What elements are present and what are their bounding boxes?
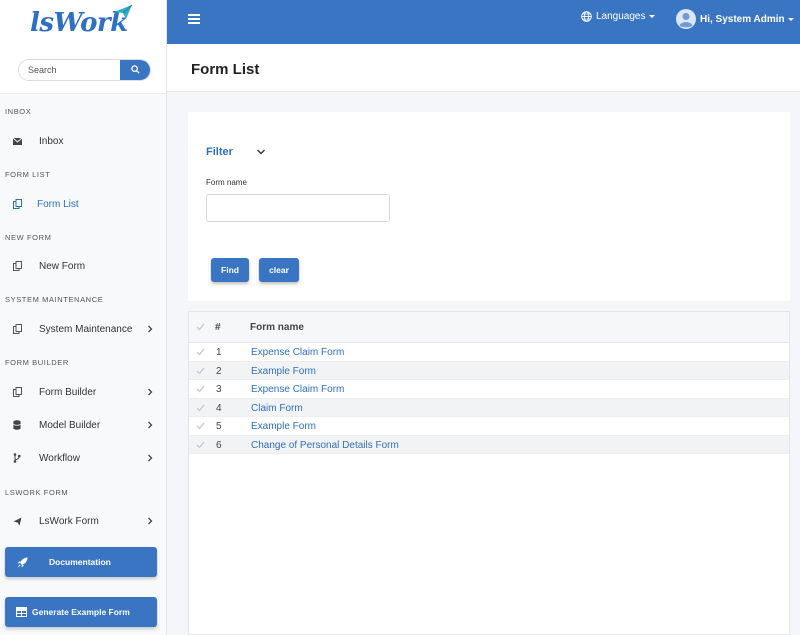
check-icon	[196, 348, 205, 356]
sidebar-item-form-list[interactable]: Form List	[0, 191, 167, 217]
form-name-input[interactable]	[206, 194, 390, 222]
generate-example-form-button[interactable]: Generate Example Form	[5, 597, 157, 627]
form-name-label: Form name	[206, 178, 247, 187]
sidebar-item-label: Model Builder	[39, 419, 101, 431]
form-name-link[interactable]: Claim Form	[251, 403, 303, 414]
filter-toggle[interactable]: Filter	[206, 146, 266, 158]
documentation-button[interactable]: Documentation	[5, 547, 157, 577]
languages-label: Languages	[596, 11, 646, 22]
table-row[interactable]: 2 Example Form	[189, 361, 789, 380]
column-header-index: #	[215, 322, 221, 333]
sidebar: lsWork INBOX Inbox FORM LIST Form	[0, 0, 167, 635]
section-label-system-maintenance: SYSTEM MAINTENANCE	[5, 295, 104, 304]
copy-icon	[12, 199, 22, 209]
form-name-link[interactable]: Example Form	[251, 421, 316, 432]
section-label-form-list: FORM LIST	[5, 170, 51, 179]
form-name-link[interactable]: Expense Claim Form	[251, 384, 344, 395]
sidebar-item-label: LsWork Form	[39, 515, 99, 527]
sidebar-item-system-maintenance[interactable]: System Maintenance	[0, 316, 167, 342]
generate-example-form-label: Generate Example Form	[32, 607, 130, 617]
find-button[interactable]: Find	[211, 258, 249, 282]
section-label-form-builder: FORM BUILDER	[5, 358, 69, 367]
check-icon	[196, 404, 205, 412]
table-header: # Form name	[189, 312, 789, 343]
table-row[interactable]: 1 Expense Claim Form	[189, 343, 789, 362]
paper-plane-logo-icon	[114, 4, 133, 19]
sidebar-item-label: Workflow	[39, 452, 80, 464]
section-label-new-form: NEW FORM	[5, 233, 52, 242]
table-icon	[16, 607, 27, 617]
sidebar-item-new-form[interactable]: New Form	[0, 253, 167, 279]
table-row[interactable]: 5 Example Form	[189, 417, 789, 436]
chevron-right-icon	[148, 421, 153, 429]
search-box	[18, 58, 151, 81]
chevron-right-icon	[148, 325, 153, 333]
row-index: 4	[216, 402, 222, 414]
filter-card: Filter Form name Find clear	[188, 112, 790, 301]
envelope-icon	[12, 136, 22, 146]
check-icon	[196, 422, 205, 430]
form-name-link[interactable]: Change of Personal Details Form	[251, 440, 399, 451]
caret-down-icon	[648, 15, 655, 18]
user-greeting: Hi, System Admin	[700, 13, 785, 25]
row-index: 3	[216, 384, 222, 395]
column-header-form-name: Form name	[250, 322, 304, 333]
page-header: Form List	[167, 44, 800, 92]
table-row[interactable]: 6 Change of Personal Details Form	[189, 435, 789, 454]
table-row[interactable]: 4 Claim Form	[189, 398, 789, 417]
form-name-link[interactable]: Expense Claim Form	[251, 347, 344, 358]
avatar	[676, 9, 696, 29]
table-row[interactable]: 3 Expense Claim Form	[189, 380, 789, 399]
chevron-right-icon	[148, 388, 153, 396]
section-label-inbox: INBOX	[5, 107, 32, 116]
copy-icon	[12, 261, 22, 271]
sidebar-item-model-builder[interactable]: Model Builder	[0, 412, 167, 438]
form-list-table: # Form name 1 Expense Claim Form 2 Examp…	[188, 311, 790, 635]
sidebar-item-label: System Maintenance	[39, 323, 133, 335]
chevron-right-icon	[148, 454, 153, 462]
section-label-lswork-form: LSWORK FORM	[5, 488, 69, 497]
sidebar-item-workflow[interactable]: Workflow	[0, 445, 167, 471]
form-name-link[interactable]: Example Form	[251, 366, 316, 377]
filter-title: Filter	[206, 146, 233, 158]
paper-plane-icon	[12, 516, 22, 526]
search-button[interactable]	[120, 59, 150, 80]
sidebar-item-label: New Form	[39, 260, 86, 272]
sidebar-item-inbox[interactable]: Inbox	[0, 128, 167, 154]
sidebar-search	[0, 46, 166, 94]
documentation-label: Documentation	[49, 557, 111, 567]
copy-icon	[12, 387, 22, 397]
languages-dropdown[interactable]: Languages	[581, 11, 655, 22]
chevron-right-icon	[148, 517, 153, 525]
sidebar-item-label: Form List	[37, 198, 79, 210]
globe-icon	[581, 11, 592, 22]
sidebar-item-label: Form Builder	[39, 386, 97, 398]
clear-button[interactable]: clear	[259, 258, 299, 282]
copy-icon	[12, 324, 22, 334]
row-index: 1	[216, 347, 222, 358]
database-icon	[12, 420, 22, 430]
chevron-down-icon	[256, 149, 265, 155]
search-icon	[130, 65, 140, 74]
logo[interactable]: lsWork	[0, 0, 166, 46]
search-input[interactable]	[19, 59, 120, 80]
check-icon	[196, 441, 205, 449]
user-menu[interactable]: Hi, System Admin	[676, 9, 794, 29]
row-index: 2	[216, 365, 222, 377]
page-title: Form List	[191, 61, 260, 78]
sidebar-item-lswork-form[interactable]: LsWork Form	[0, 508, 167, 534]
check-icon	[196, 323, 205, 331]
row-index: 5	[216, 421, 222, 432]
rocket-icon	[17, 557, 28, 567]
check-icon	[196, 385, 205, 393]
sidebar-item-label: Inbox	[39, 135, 64, 147]
sidebar-item-form-builder[interactable]: Form Builder	[0, 379, 167, 405]
row-index: 6	[216, 439, 222, 451]
check-icon	[196, 367, 205, 375]
branch-icon	[12, 453, 22, 463]
caret-down-icon	[787, 17, 794, 21]
hamburger-menu-icon[interactable]	[188, 14, 200, 24]
top-navbar: Languages Hi, System Admin	[167, 0, 800, 44]
